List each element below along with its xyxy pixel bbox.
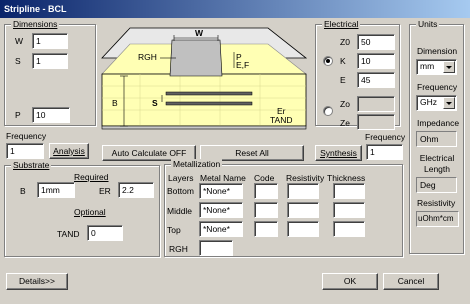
frequency-left-label: Frequency	[6, 131, 47, 141]
middle-metal-input[interactable]: *None*	[199, 202, 243, 218]
resistivity-unit-label: Resistivity	[417, 198, 456, 208]
synthesis-button[interactable]: Synthesis	[315, 145, 362, 161]
diagram-tand-label: TAND	[270, 115, 293, 125]
bottom-metal-input[interactable]: *None*	[199, 183, 243, 199]
layer-top-label: Top	[167, 225, 181, 235]
bottom-strip-edge	[165, 101, 253, 106]
w-label: W	[15, 36, 24, 46]
zo-input	[357, 96, 395, 112]
substrate-er-input[interactable]: 2.2	[118, 182, 154, 198]
diagram-ef-label: E,F	[236, 60, 250, 70]
analysis-button[interactable]: Analysis	[49, 143, 89, 159]
diagram-b-label: B	[112, 98, 118, 108]
k-input[interactable]: 10	[357, 53, 395, 69]
substrate-b-input[interactable]: 1mm	[37, 182, 75, 198]
details-button[interactable]: Details>>	[6, 273, 68, 290]
substrate-legend: Substrate	[11, 160, 52, 171]
p-label: P	[15, 110, 21, 120]
dimension-unit-label: Dimension	[417, 46, 458, 56]
rgh-label: RGH	[169, 244, 188, 254]
zo-label: Zo	[340, 99, 350, 109]
substrate-er-label: ER	[99, 186, 111, 196]
required-label: Required	[74, 172, 109, 182]
chevron-down-icon[interactable]	[443, 61, 455, 73]
tand-label: TAND	[57, 229, 80, 239]
p-input[interactable]: 10	[32, 107, 70, 123]
middle-code-input[interactable]	[254, 202, 278, 218]
s-input[interactable]: 1	[32, 53, 68, 69]
frequency-unit-select[interactable]: GHz	[416, 95, 457, 111]
rgh-input[interactable]	[199, 240, 233, 256]
frequency-right-label: Frequency	[365, 132, 406, 142]
frequency-right-input[interactable]: 1	[366, 144, 403, 160]
z0-label: Z0	[340, 37, 350, 47]
diagram-w-label: W	[195, 28, 204, 38]
dimension-unit-select[interactable]: mm	[416, 59, 457, 75]
header-layers: Layers	[168, 173, 194, 183]
diagram-rgh-label: RGH	[138, 52, 157, 62]
frequency-unit-label: Frequency	[417, 82, 458, 92]
units-legend: Units	[416, 19, 440, 30]
resistivity-unit-value: uOhm*cm	[416, 211, 459, 227]
layer-middle-label: Middle	[167, 206, 193, 216]
synthesis-mode-radio-k[interactable]	[323, 56, 333, 66]
middle-thickness-input[interactable]	[333, 202, 365, 218]
metallization-legend: Metallization	[171, 159, 223, 170]
w-input[interactable]: 1	[32, 33, 68, 49]
ze-label: Ze	[340, 118, 350, 128]
diagram-s-label: S	[152, 98, 158, 108]
top-code-input[interactable]	[254, 221, 278, 237]
ze-input	[357, 114, 395, 130]
layer-bottom-label: Bottom	[167, 186, 194, 196]
impedance-unit-label: Impedance	[417, 118, 460, 128]
chevron-down-icon[interactable]	[443, 97, 455, 109]
bottom-thickness-input[interactable]	[333, 183, 365, 199]
window-title: Stripline - BCL	[0, 0, 470, 18]
frequency-unit-value: GHz	[420, 97, 437, 107]
tand-input[interactable]: 0	[87, 225, 123, 241]
s-label: S	[15, 56, 21, 66]
top-strip	[169, 39, 223, 77]
top-metal-input[interactable]: *None*	[199, 221, 243, 237]
frequency-left-input[interactable]: 1	[6, 143, 44, 159]
e-label: E	[340, 75, 346, 85]
impedance-unit-value: Ohm	[416, 131, 457, 147]
optional-label: Optional	[74, 207, 106, 217]
dimension-unit-value: mm	[420, 61, 435, 71]
top-resistivity-input[interactable]	[287, 221, 319, 237]
middle-resistivity-input[interactable]	[287, 202, 319, 218]
electrical-legend: Electrical	[322, 19, 361, 30]
synthesis-mode-radio-zo-ze[interactable]	[323, 106, 333, 116]
e-input[interactable]: 45	[357, 72, 395, 88]
cancel-button[interactable]: Cancel	[383, 273, 439, 290]
bottom-resistivity-input[interactable]	[287, 183, 319, 199]
dimensions-legend: Dimensions	[11, 19, 60, 30]
z0-input[interactable]: 50	[357, 34, 395, 50]
bottom-code-input[interactable]	[254, 183, 278, 199]
bottom-ground-plane	[101, 125, 307, 130]
k-label: K	[340, 56, 346, 66]
ok-button[interactable]: OK	[322, 273, 378, 290]
top-strip-edge	[165, 91, 253, 96]
top-thickness-input[interactable]	[333, 221, 365, 237]
electrical-length-unit-value: Deg	[416, 177, 457, 193]
substrate-b-label: B	[20, 186, 26, 196]
electrical-length-unit-label: Electrical Length	[419, 153, 455, 174]
